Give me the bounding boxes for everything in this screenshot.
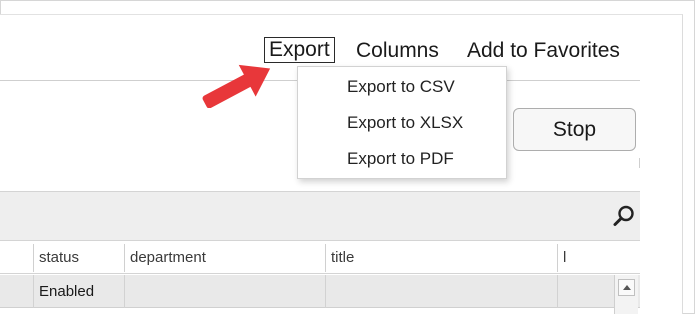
- export-menu-button[interactable]: Export: [264, 37, 335, 63]
- vertical-scrollbar[interactable]: [614, 275, 638, 314]
- table-row[interactable]: Enabled: [0, 275, 640, 308]
- column-header-status[interactable]: status: [33, 242, 79, 274]
- menu-item-export-pdf[interactable]: Export to PDF: [347, 149, 454, 169]
- divider: [639, 158, 640, 168]
- cell-status: Enabled: [39, 283, 95, 300]
- add-to-favorites-button[interactable]: Add to Favorites: [467, 38, 620, 64]
- stop-button[interactable]: Stop: [513, 108, 636, 151]
- grid-header: status department title l: [0, 242, 640, 274]
- column-header-extra[interactable]: l: [557, 242, 566, 274]
- grid-search-bar: [0, 191, 640, 241]
- column-header-title[interactable]: title: [325, 242, 354, 274]
- menu-item-export-csv[interactable]: Export to CSV: [347, 77, 455, 97]
- pointer-arrow-icon: [202, 64, 271, 108]
- column-header-department[interactable]: department: [124, 242, 206, 274]
- columns-button[interactable]: Columns: [356, 38, 439, 64]
- search-icon[interactable]: [612, 204, 636, 228]
- cell-department: [124, 275, 130, 308]
- cell-title: [325, 275, 331, 308]
- cell-separator: [557, 275, 558, 308]
- export-dropdown-menu: Export to CSV Export to XLSX Export to P…: [297, 66, 507, 179]
- menu-item-export-xlsx[interactable]: Export to XLSX: [347, 113, 463, 133]
- scroll-up-icon[interactable]: [618, 279, 635, 296]
